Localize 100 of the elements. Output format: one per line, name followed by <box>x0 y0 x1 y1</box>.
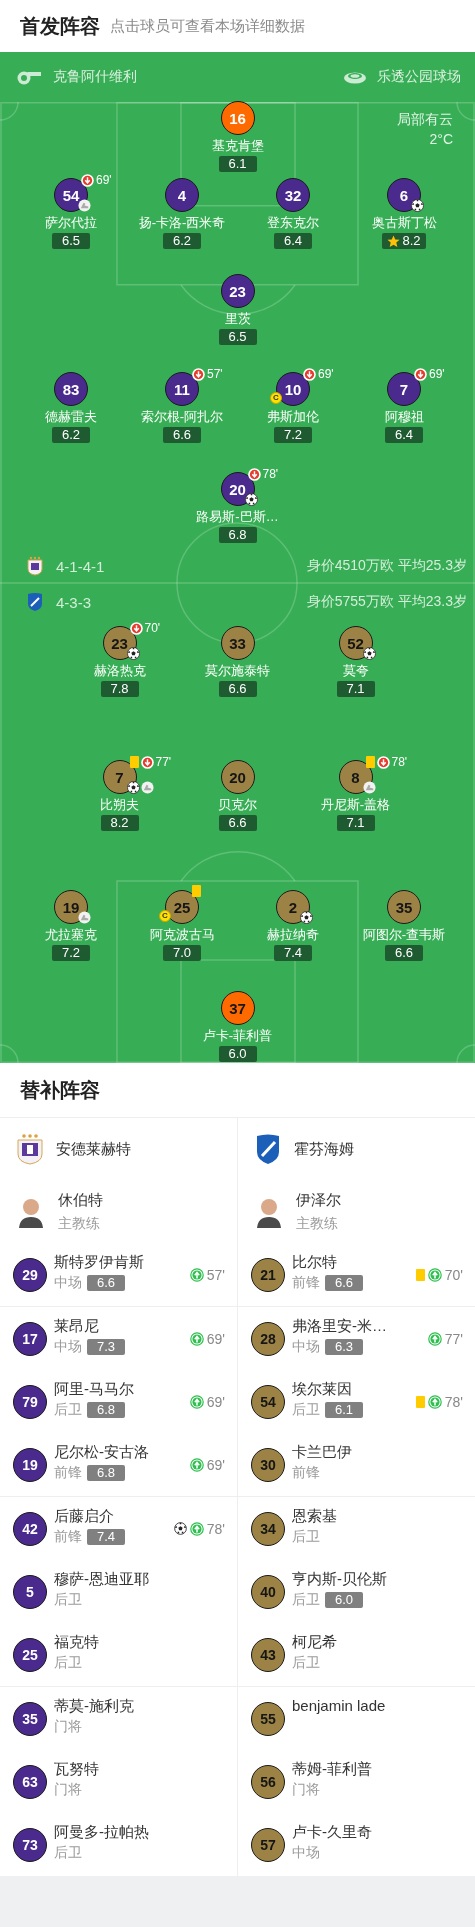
player-number[interactable]: 29 <box>13 1257 47 1292</box>
player-number[interactable]: 19 <box>13 1447 47 1482</box>
player-number[interactable]: 6 <box>387 178 421 212</box>
coach-name[interactable]: 伊泽尔 <box>296 1191 341 1209</box>
section-title: 替补阵容 <box>20 1077 100 1103</box>
player-position: 后卫 <box>292 1654 320 1671</box>
substitution-minute: 70' <box>444 1266 463 1283</box>
player-name[interactable]: 埃尔莱因 <box>292 1380 409 1398</box>
player-name[interactable]: 弗洛里安-米… <box>292 1317 421 1335</box>
player-name[interactable]: 穆萨-恩迪亚耶 <box>54 1570 218 1588</box>
player-name[interactable]: 比尔特 <box>292 1253 409 1271</box>
substitution-minute: 69' <box>206 1456 225 1473</box>
player-number[interactable]: 4 <box>165 178 199 212</box>
player-number[interactable]: 25 <box>13 1637 47 1672</box>
player-number[interactable]: 34 <box>251 1511 285 1546</box>
player-number[interactable]: 43 <box>251 1637 285 1672</box>
player-rating: 6.8 <box>87 1401 125 1418</box>
player-number[interactable]: 35 <box>13 1701 47 1736</box>
player-number[interactable]: 79 <box>13 1384 47 1419</box>
player-number[interactable]: 30 <box>251 1447 285 1482</box>
player-number[interactable]: 21 <box>251 1257 285 1292</box>
substitution-minute: 69' <box>206 1330 225 1347</box>
player-rating: 6.8 <box>87 1464 125 1481</box>
player-rating: 6.1 <box>218 156 257 172</box>
player-name[interactable]: 后藤启介 <box>54 1507 167 1525</box>
player-number[interactable]: 73 <box>13 1827 47 1862</box>
down-arrow-icon <box>414 367 427 381</box>
down-arrow-icon <box>247 467 261 481</box>
player-position: 前锋 <box>292 1274 320 1291</box>
temperature: 2°C <box>429 130 453 149</box>
coach-name[interactable]: 休伯特 <box>58 1191 103 1209</box>
player-name[interactable]: 阿里-马马尔 <box>54 1380 183 1398</box>
player-number[interactable]: 54 <box>251 1384 285 1419</box>
player-rating: 7.2 <box>274 427 312 443</box>
player-number[interactable]: 17 <box>13 1321 47 1356</box>
player-rating: 6.6 <box>87 1274 125 1291</box>
formation-label: 4-3-3 <box>56 593 92 611</box>
player-number[interactable]: 23 <box>220 274 255 308</box>
player-number[interactable]: 40 <box>251 1574 285 1609</box>
player-rating: 6.2 <box>52 427 90 443</box>
player-position: 中场 <box>292 1844 320 1861</box>
player-position: 前锋 <box>54 1464 82 1481</box>
player-number[interactable]: 7 <box>387 372 421 406</box>
player-rating: 6.0 <box>325 1591 363 1608</box>
player-rating: 6.5 <box>218 329 257 345</box>
player-number[interactable]: 20 <box>220 760 255 794</box>
player-number[interactable]: 83 <box>54 372 88 406</box>
player-rating: 7.1 <box>336 815 375 831</box>
player-number[interactable]: 28 <box>251 1321 285 1356</box>
player-rating: 7.0 <box>163 945 201 961</box>
player-number[interactable]: 37 <box>220 991 255 1025</box>
squad-value-age: 身价5755万欧 平均23.3岁 <box>306 593 467 611</box>
player-number[interactable]: 42 <box>13 1511 47 1546</box>
player-name[interactable]: 卡兰巴伊 <box>292 1443 456 1461</box>
captain-badge: C <box>270 392 282 404</box>
player-number[interactable]: 56 <box>251 1764 285 1799</box>
player-rating: 6.4 <box>385 427 423 443</box>
player-number[interactable]: 57 <box>251 1827 285 1862</box>
player-name[interactable]: 恩索基 <box>292 1507 456 1525</box>
player-number[interactable]: 52 <box>338 626 373 660</box>
player-number[interactable]: 5 <box>13 1574 47 1609</box>
player-name[interactable]: 蒂姆-菲利普 <box>292 1760 456 1778</box>
player-number[interactable]: 63 <box>13 1764 47 1799</box>
player-number[interactable]: 32 <box>276 178 310 212</box>
player-name[interactable]: 莱昂尼 <box>54 1317 183 1335</box>
player-rating: 8.2 <box>100 815 139 831</box>
player-name[interactable]: 瓦努特 <box>54 1760 218 1778</box>
substitution-minute: 78' <box>444 1393 463 1410</box>
player-number[interactable]: 19 <box>54 890 88 924</box>
player-name[interactable]: 斯特罗伊肯斯 <box>54 1253 183 1271</box>
player-number[interactable]: 2 <box>276 890 310 924</box>
player-number[interactable]: 35 <box>387 890 421 924</box>
player-position: 门将 <box>54 1718 82 1735</box>
player-rating: 6.0 <box>218 1046 257 1062</box>
down-arrow-icon <box>192 367 205 381</box>
substitution-minute: 78' <box>262 467 279 481</box>
player-name[interactable]: benjamin lade <box>292 1697 456 1715</box>
player-name[interactable]: 亨内斯-贝伦斯 <box>292 1570 456 1588</box>
substitution-minute: 77' <box>155 755 172 769</box>
player-position: 前锋 <box>54 1528 82 1545</box>
down-arrow-icon <box>376 755 390 769</box>
player-number[interactable]: 55 <box>251 1701 285 1736</box>
player-rating: 8.2 <box>382 233 426 249</box>
section-subtitle: 点击球员可查看本场详细数据 <box>110 16 305 36</box>
formation-label: 4-1-4-1 <box>56 557 105 575</box>
player-rating: 7.2 <box>52 945 90 961</box>
player-name[interactable]: 阿曼多-拉帕热 <box>54 1823 218 1841</box>
player-name[interactable]: 蒂莫-施利克 <box>54 1697 218 1715</box>
team-name: 安德莱赫特 <box>56 1139 131 1159</box>
crest-icon <box>254 1133 282 1165</box>
player-number[interactable]: 11 <box>165 372 199 406</box>
player-position: 后卫 <box>292 1591 320 1608</box>
squad-value-age: 身价4510万欧 平均25.3岁 <box>306 557 467 575</box>
player-name[interactable]: 柯尼希 <box>292 1633 456 1651</box>
player-name[interactable]: 福克特 <box>54 1633 218 1651</box>
player-name[interactable]: 尼尔松-安古洛 <box>54 1443 183 1461</box>
coach-role: 主教练 <box>58 1215 101 1232</box>
player-number[interactable]: 33 <box>220 626 255 660</box>
player-rating: 7.1 <box>336 681 375 697</box>
player-name[interactable]: 卢卡-久里奇 <box>292 1823 456 1841</box>
